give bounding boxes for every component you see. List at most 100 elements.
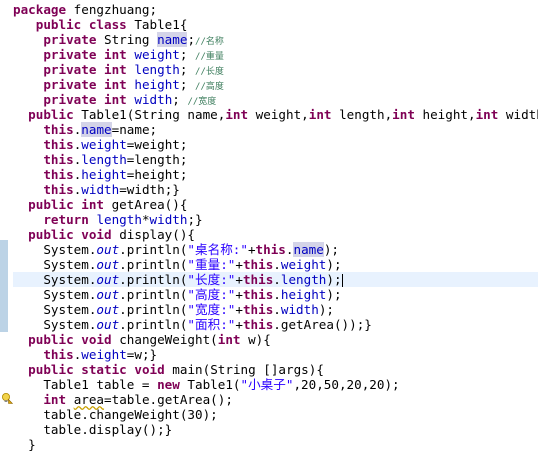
code-token: "面积:" xyxy=(187,317,236,332)
code-token: out xyxy=(96,272,120,287)
code-token: this xyxy=(43,122,74,137)
code-line[interactable]: System.out.println("长度:"+this.length); xyxy=(13,272,538,287)
code-token: + xyxy=(235,272,243,287)
code-token: this xyxy=(43,347,74,362)
code-line[interactable]: this.height=height; xyxy=(13,167,538,182)
code-token: weight xyxy=(81,347,127,362)
code-token: ; xyxy=(187,32,196,47)
code-token: private xyxy=(43,77,97,92)
code-token: .println( xyxy=(119,257,188,272)
code-line[interactable]: public void changeWeight(int w){ xyxy=(13,332,538,347)
code-token: .println( xyxy=(119,317,188,332)
code-token: =w;} xyxy=(126,347,158,362)
code-token: return xyxy=(43,212,89,227)
code-line[interactable]: public Table1(String name,int weight,int… xyxy=(13,107,538,122)
code-token: ; xyxy=(179,62,196,77)
warning-lightbulb-icon[interactable] xyxy=(1,392,13,404)
code-token: length xyxy=(280,272,327,287)
code-line[interactable]: this.width=width;} xyxy=(13,182,538,197)
code-line[interactable]: System.out.println("宽度:"+this.width); xyxy=(13,302,538,317)
code-token: "高度:" xyxy=(187,287,236,302)
code-token: name xyxy=(293,242,324,257)
code-line[interactable]: return length*width;} xyxy=(13,212,538,227)
code-line[interactable]: private int length; //长度 xyxy=(13,62,538,77)
code-token: //长度 xyxy=(195,67,224,77)
code-token: =name; xyxy=(111,122,158,137)
code-token: private xyxy=(43,32,97,47)
code-line[interactable]: public class Table1{ xyxy=(13,17,538,32)
code-line[interactable]: System.out.println("重量:"+this.weight); xyxy=(13,257,538,272)
code-line[interactable]: int area=table.getArea(); xyxy=(13,392,538,407)
code-token: width xyxy=(81,182,120,197)
code-token: Table1( xyxy=(179,377,241,392)
code-token: + xyxy=(235,257,243,272)
code-token: Table1(String name, xyxy=(73,107,226,122)
code-token: =weight; xyxy=(126,137,188,152)
code-token: weight xyxy=(280,257,327,272)
code-line[interactable]: public void display(){ xyxy=(13,227,538,242)
code-token: area xyxy=(73,392,105,407)
code-line[interactable]: } xyxy=(13,437,538,452)
code-token: //高度 xyxy=(195,82,224,92)
code-line[interactable]: package fengzhuang; xyxy=(13,2,538,17)
code-token: =length; xyxy=(126,152,188,167)
code-line[interactable]: private int weight; //重量 xyxy=(13,47,538,62)
code-token: Table1 table = xyxy=(43,377,158,392)
code-line[interactable]: this.weight=w;} xyxy=(13,347,538,362)
code-line[interactable]: public int getArea(){ xyxy=(13,197,538,212)
code-token: .println( xyxy=(119,242,188,257)
code-line[interactable]: Table1 table = new Table1("小桌子",20,50,20… xyxy=(13,377,538,392)
code-line[interactable]: table.changeWeight(30); xyxy=(13,407,538,422)
code-token: width xyxy=(149,212,188,227)
code-token: width xyxy=(280,302,319,317)
code-token: "宽度:" xyxy=(187,302,236,317)
code-token: "小桌子" xyxy=(240,377,294,392)
code-token: length xyxy=(81,152,127,167)
code-token: table.display();} xyxy=(43,422,173,437)
code-token: this xyxy=(242,257,274,272)
code-line[interactable]: table.display();} xyxy=(13,422,538,437)
code-token: void xyxy=(81,332,112,347)
code-line[interactable]: System.out.println("桌名称:"+this.name); xyxy=(13,242,538,257)
code-token: "重量:" xyxy=(187,257,236,272)
code-token: height xyxy=(134,77,180,92)
java-code-editor[interactable]: package fengzhuang; public class Table1{… xyxy=(13,0,538,464)
code-token: out xyxy=(96,317,120,332)
code-token: ); xyxy=(318,302,334,317)
code-line[interactable]: private int width; //宽度 xyxy=(13,92,538,107)
code-token: int xyxy=(81,197,105,212)
code-token: table.changeWeight(30); xyxy=(43,407,218,422)
code-line[interactable]: public static void main(String []args){ xyxy=(13,362,538,377)
code-token: this xyxy=(43,167,74,182)
code-line[interactable]: private String name;//名称 xyxy=(13,32,538,47)
code-token: height, xyxy=(414,107,476,122)
code-line[interactable]: System.out.println("高度:"+this.height); xyxy=(13,287,538,302)
code-token: System. xyxy=(43,302,97,317)
code-token: changeWeight( xyxy=(111,332,218,347)
code-token: //重量 xyxy=(195,52,224,62)
text-cursor xyxy=(341,274,343,287)
code-line[interactable]: this.weight=weight; xyxy=(13,137,538,152)
code-token: out xyxy=(96,242,120,257)
code-line[interactable]: private int height; //高度 xyxy=(13,77,538,92)
code-line[interactable]: this.length=length; xyxy=(13,152,538,167)
code-line[interactable]: this.name=name; xyxy=(13,122,538,137)
code-token: int xyxy=(104,62,127,77)
code-token: =height; xyxy=(126,167,188,182)
code-token: class xyxy=(88,17,127,32)
code-token: private xyxy=(43,92,97,107)
code-token: private xyxy=(43,47,97,62)
code-line[interactable]: System.out.println("面积:"+this.getArea())… xyxy=(13,317,538,332)
